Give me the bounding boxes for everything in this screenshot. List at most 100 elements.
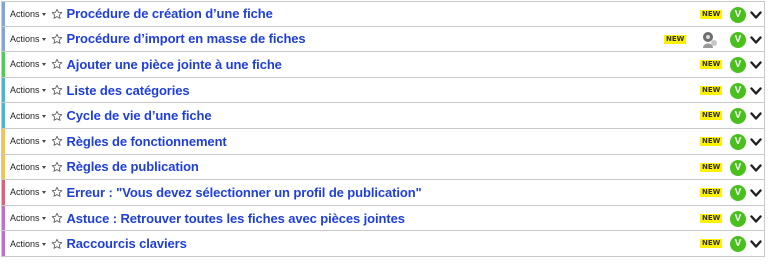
star-icon[interactable] [51,186,64,199]
actions-label: Actions [10,136,40,147]
list-item[interactable]: Actions Procédure de création d’une fiche… [1,1,765,27]
validate-icon[interactable]: V [730,57,746,74]
list-item[interactable]: Actions Cycle de vie d’une fiche NEW V [1,103,765,129]
new-badge: NEW [700,85,723,95]
chevron-down-icon[interactable] [750,84,762,98]
category-color-stripe [2,103,5,128]
actions-menu-button[interactable]: Actions [10,34,46,44]
item-title-link[interactable]: Règles de fonctionnement [67,134,227,149]
chevron-down-icon[interactable] [750,58,762,72]
new-badge: NEW [700,188,723,198]
category-color-stripe [2,52,5,77]
actions-menu-button[interactable]: Actions [10,9,46,19]
list-item[interactable]: Actions Liste des catégories NEW V [1,77,765,104]
new-badge: NEW [700,136,723,146]
list-item[interactable]: Actions Règles de publication NEW V [1,154,765,181]
new-badge: NEW [700,10,723,19]
category-color-stripe [2,2,5,26]
star-icon[interactable] [51,212,64,225]
category-color-stripe [2,180,5,205]
actions-label: Actions [10,187,40,198]
list-item[interactable]: Actions Raccourcis claviers NEW V [1,231,765,257]
item-title-link[interactable]: Raccourcis claviers [67,236,187,251]
star-icon[interactable] [51,58,64,71]
item-title-link[interactable]: Règles de publication [67,159,199,174]
category-color-stripe [2,154,5,180]
chevron-down-icon[interactable] [750,237,762,251]
caret-down-icon [41,63,46,67]
list-item[interactable]: Actions Ajouter une pièce jointe à une fi… [1,52,765,78]
new-badge: NEW [664,34,687,44]
actions-label: Actions [10,33,40,44]
category-color-stripe [2,205,5,231]
user-ghost-icon [700,31,720,49]
actions-menu-button[interactable]: Actions [10,136,46,146]
chevron-down-icon[interactable] [750,212,762,226]
caret-down-icon [41,89,46,93]
list-item[interactable]: Actions Procédure d’import en masse de fi… [1,26,765,53]
validate-icon[interactable]: V [730,185,746,202]
validate-icon[interactable]: V [730,82,746,99]
item-title-link[interactable]: Procédure d’import en masse de fiches [67,31,306,46]
actions-label: Actions [10,110,40,121]
star-icon[interactable] [51,7,64,20]
list-item[interactable]: Actions Astuce : Retrouver toutes les fic… [1,205,765,232]
validate-icon[interactable]: V [730,159,746,176]
actions-menu-button[interactable]: Actions [10,187,46,197]
actions-menu-button[interactable]: Actions [10,162,46,172]
caret-down-icon [41,37,46,41]
item-title-link[interactable]: Cycle de vie d’une fiche [67,108,212,123]
star-icon[interactable] [51,84,64,97]
star-icon[interactable] [51,135,64,148]
actions-label: Actions [10,238,40,249]
category-color-stripe [2,128,5,154]
validate-icon[interactable]: V [730,210,746,227]
star-icon[interactable] [51,160,64,173]
caret-down-icon [41,140,46,144]
star-icon[interactable] [51,109,64,122]
star-icon[interactable] [51,237,64,250]
list-item[interactable]: Actions Règles de fonctionnement NEW V [1,128,765,155]
star-icon[interactable] [51,32,64,45]
caret-down-icon [41,217,46,221]
category-color-stripe [2,77,5,103]
item-title-link[interactable]: Procédure de création d’une fiche [67,6,273,21]
actions-label: Actions [10,59,40,70]
caret-down-icon [41,12,46,16]
chevron-down-icon[interactable] [750,109,762,123]
caret-down-icon [41,242,46,246]
validate-icon[interactable]: V [730,108,746,125]
new-badge: NEW [700,111,723,121]
chevron-down-icon[interactable] [750,33,762,47]
category-color-stripe [2,231,5,256]
chevron-down-icon[interactable] [750,186,762,200]
validate-icon[interactable]: V [730,31,746,48]
caret-down-icon [41,191,46,195]
category-color-stripe [2,26,5,52]
validate-icon[interactable]: V [730,7,746,23]
chevron-down-icon[interactable] [750,8,762,22]
actions-menu-button[interactable]: Actions [10,85,46,95]
actions-menu-button[interactable]: Actions [10,213,46,223]
new-badge: NEW [700,60,723,70]
list-item[interactable]: Actions Erreur : "Vous devez sélectionner… [1,180,765,206]
new-badge: NEW [700,162,723,172]
chevron-down-icon[interactable] [750,135,762,149]
caret-down-icon [41,165,46,169]
actions-menu-button[interactable]: Actions [10,239,46,249]
chevron-down-icon[interactable] [750,161,762,175]
actions-menu-button[interactable]: Actions [10,111,46,121]
validate-icon[interactable]: V [730,236,746,253]
item-title-link[interactable]: Astuce : Retrouver toutes les fiches ave… [67,211,405,226]
actions-label: Actions [10,161,40,172]
item-title-link[interactable]: Ajouter une pièce jointe à une fiche [67,57,282,72]
new-badge: NEW [700,213,723,223]
actions-label: Actions [10,213,40,224]
item-title-link[interactable]: Liste des catégories [67,83,190,98]
caret-down-icon [41,114,46,118]
item-title-link[interactable]: Erreur : "Vous devez sélectionner un pro… [67,185,422,200]
actions-menu-button[interactable]: Actions [10,59,46,69]
validate-icon[interactable]: V [730,133,746,150]
faq-list: Actions Procédure de création d’une fiche… [1,1,765,257]
actions-label: Actions [10,85,40,96]
